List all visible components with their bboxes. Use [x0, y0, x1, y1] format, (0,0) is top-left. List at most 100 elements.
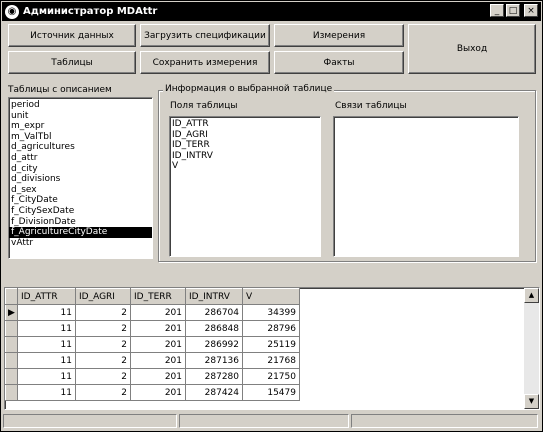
grid-cell[interactable]: 2	[75, 368, 131, 385]
grid-cell[interactable]: 2	[75, 352, 131, 369]
grid-cell[interactable]: 287280	[185, 368, 243, 385]
grid-cell[interactable]: 11	[17, 384, 76, 401]
maximize-button[interactable]: □	[506, 4, 520, 17]
status-panel-1	[3, 414, 177, 428]
grid-row[interactable]: 11 2 201 287424 15479	[5, 384, 300, 401]
grid-cell[interactable]: 201	[130, 320, 186, 337]
facts-button[interactable]: Факты	[274, 51, 404, 74]
window-controls: _ □ ×	[490, 4, 538, 17]
grid-cell[interactable]: 11	[17, 352, 76, 369]
grid-cell[interactable]: 201	[130, 352, 186, 369]
data-grid[interactable]: ID_ATTR ID_AGRI ID_TERR ID_INTRV V ▶ 11 2 201 28…	[4, 287, 540, 410]
grid-cell[interactable]: 286704	[185, 304, 243, 321]
grid-cell[interactable]: 2	[75, 304, 131, 321]
row-indicator[interactable]	[5, 352, 18, 369]
grid-cell[interactable]: 201	[130, 384, 186, 401]
field-list-item[interactable]: ID_ATTR	[170, 119, 320, 130]
grid-vertical-scrollbar[interactable]: ▲ ▼	[524, 288, 539, 409]
table-list-item[interactable]: period	[9, 100, 152, 111]
grid-cell[interactable]: 287136	[185, 352, 243, 369]
table-list-item[interactable]: f_DivisionDate	[9, 217, 152, 228]
grid-row[interactable]: 11 2 201 287280 21750	[5, 368, 300, 385]
exit-button[interactable]: Выход	[408, 24, 536, 74]
save-dimensions-button[interactable]: Сохранить измерения	[140, 51, 270, 74]
table-list-item[interactable]: m_ValTbl	[9, 132, 152, 143]
app-globe-icon: ◉	[5, 4, 19, 19]
grid-cell[interactable]: 21750	[242, 368, 300, 385]
grid-row[interactable]: 11 2 201 286848 28796	[5, 320, 300, 337]
grid-cell[interactable]: 21768	[242, 352, 300, 369]
grid-row[interactable]: 11 2 201 287136 21768	[5, 352, 300, 369]
links-label: Связи таблицы	[335, 101, 407, 111]
tables-list-label: Таблицы с описанием	[8, 85, 112, 95]
fields-label: Поля таблицы	[170, 101, 238, 111]
field-list-item[interactable]: ID_TERR	[170, 140, 320, 151]
tables-button[interactable]: Таблицы	[8, 51, 136, 74]
grid-body: ▶ 11 2 201 286704 34399 11 2 201 286848 28796 11 2 20…	[5, 304, 300, 401]
row-indicator[interactable]	[5, 384, 18, 401]
title-bar[interactable]: ◉ Администратор MDAttr _ □ ×	[2, 2, 541, 21]
table-list-item[interactable]: f_CitySexDate	[9, 206, 152, 217]
field-list-item[interactable]: V	[170, 161, 320, 172]
grid-cell[interactable]: 28796	[242, 320, 300, 337]
row-indicator[interactable]	[5, 368, 18, 385]
grid-cell[interactable]: 286992	[185, 336, 243, 353]
table-list-item[interactable]: f_CityDate	[9, 195, 152, 206]
grid-cell[interactable]: 34399	[242, 304, 300, 321]
main-window: ◉ Администратор MDAttr _ □ × Источник да…	[0, 0, 543, 432]
grid-cell[interactable]: 11	[17, 368, 76, 385]
row-indicator[interactable]	[5, 336, 18, 353]
fields-listbox[interactable]: ID_ATTR ID_AGRI ID_TERR ID_INTRV V	[169, 116, 321, 257]
grid-column-header[interactable]: ID_TERR	[130, 288, 186, 305]
grid-cell[interactable]: 15479	[242, 384, 300, 401]
table-list-item[interactable]: d_attr	[9, 153, 152, 164]
grid-row[interactable]: ▶ 11 2 201 286704 34399	[5, 304, 300, 321]
grid-cell[interactable]: 201	[130, 336, 186, 353]
grid-column-header[interactable]: ID_INTRV	[185, 288, 243, 305]
grid-cell[interactable]: 25119	[242, 336, 300, 353]
table-list-item[interactable]: unit	[9, 111, 152, 122]
status-bar	[3, 413, 539, 429]
minimize-button[interactable]: _	[490, 4, 504, 17]
tables-listbox[interactable]: period unit m_expr m_ValTbl d_agricultures d_…	[8, 97, 153, 259]
grid-cell[interactable]: 2	[75, 336, 131, 353]
close-button[interactable]: ×	[524, 4, 538, 17]
tables-list: period unit m_expr m_ValTbl d_agricultures d_…	[9, 98, 152, 248]
grid-cell[interactable]: 11	[17, 304, 76, 321]
table-list-item[interactable]: d_city	[9, 164, 152, 175]
scroll-up-arrow-icon[interactable]: ▲	[524, 288, 539, 303]
grid-column-header[interactable]: ID_AGRI	[75, 288, 131, 305]
dimensions-button[interactable]: Измерения	[274, 24, 404, 47]
fields-list: ID_ATTR ID_AGRI ID_TERR ID_INTRV V	[170, 117, 320, 172]
table-list-item[interactable]: f_AgricultureCityDate	[9, 227, 152, 238]
data-grid-table: ID_ATTR ID_AGRI ID_TERR ID_INTRV V ▶ 11 2 201 28…	[5, 288, 300, 401]
row-indicator[interactable]	[5, 320, 18, 337]
grid-column-header[interactable]: V	[242, 288, 300, 305]
table-list-item[interactable]: d_sex	[9, 185, 152, 196]
grid-cell[interactable]: 201	[130, 304, 186, 321]
field-list-item[interactable]: ID_INTRV	[170, 151, 320, 162]
window-title: Администратор MDAttr	[23, 6, 158, 17]
grid-cell[interactable]: 201	[130, 368, 186, 385]
grid-cell[interactable]: 287424	[185, 384, 243, 401]
grid-cell[interactable]: 11	[17, 320, 76, 337]
scroll-down-arrow-icon[interactable]: ▼	[524, 394, 539, 409]
grid-cell[interactable]: 11	[17, 336, 76, 353]
table-list-item[interactable]: vAttr	[9, 238, 152, 249]
grid-row[interactable]: 11 2 201 286992 25119	[5, 336, 300, 353]
field-list-item[interactable]: ID_AGRI	[170, 130, 320, 141]
table-info-title: Информация о выбранной таблице	[163, 84, 335, 94]
links-listbox[interactable]	[333, 116, 519, 257]
table-list-item[interactable]: d_agricultures	[9, 142, 152, 153]
status-panel-2	[179, 414, 349, 428]
load-specs-button[interactable]: Загрузить спецификации	[140, 24, 270, 47]
grid-cell[interactable]: 286848	[185, 320, 243, 337]
data-source-button[interactable]: Источник данных	[8, 24, 136, 47]
table-list-item[interactable]: m_expr	[9, 121, 152, 132]
status-panel-3	[351, 414, 538, 428]
current-row-arrow-icon[interactable]: ▶	[5, 304, 18, 321]
grid-column-header[interactable]: ID_ATTR	[17, 288, 76, 305]
table-list-item[interactable]: d_divisions	[9, 174, 152, 185]
grid-cell[interactable]: 2	[75, 320, 131, 337]
grid-cell[interactable]: 2	[75, 384, 131, 401]
